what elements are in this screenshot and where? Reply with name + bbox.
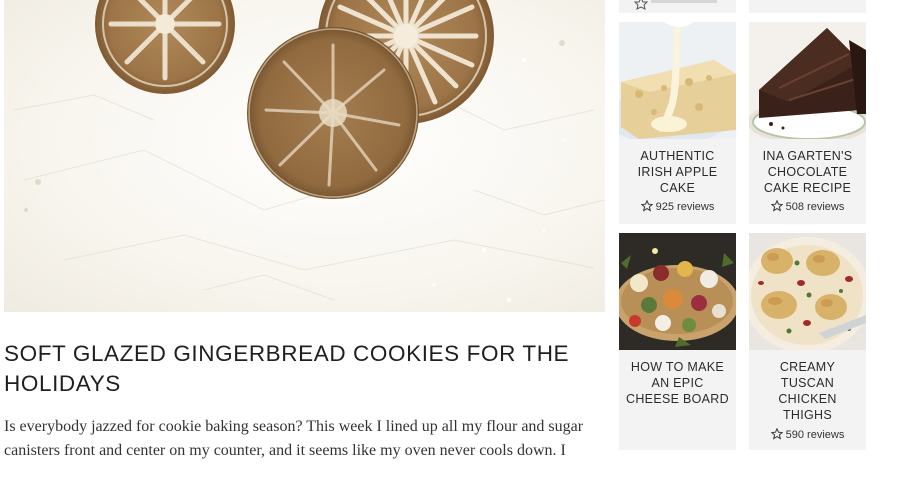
recipe-card-title[interactable]: Authentic Irish Apple Cake [623,148,732,196]
rating-remnant [633,0,717,10]
post-title[interactable]: Soft Glazed Gingerbread Cookies for the … [4,339,604,399]
recipe-card-partial[interactable] [749,0,866,13]
star-outline-icon [640,200,653,212]
recipe-thumbnail[interactable] [619,22,736,139]
recipe-card-rating: 590 reviews [749,428,866,442]
recipe-card-rating: 925 reviews [619,200,736,214]
recipe-card-cheese-board[interactable]: How to Make an Epic Cheese Board [619,233,736,450]
recipe-card-irish-apple-cake[interactable]: Authentic Irish Apple Cake 925 reviews [619,22,736,224]
recipe-card-tuscan-chicken[interactable]: Creamy Tuscan Chicken Thighs 590 reviews [749,233,866,450]
review-count: 590 reviews [785,429,845,441]
recipe-card-title[interactable]: Ina Garten's Chocolate Cake Recipe [753,148,862,196]
star-outline-icon [770,428,783,440]
recipe-card-chocolate-cake[interactable]: Ina Garten's Chocolate Cake Recipe 508 r… [749,22,866,224]
recipe-card-rating: 508 reviews [749,200,866,214]
recipe-card-title[interactable]: Creamy Tuscan Chicken Thighs [753,359,862,423]
post-excerpt: Is everybody jazzed for cookie baking se… [4,418,584,459]
review-count: 508 reviews [785,201,845,213]
recipe-sidebar: Authentic Irish Apple Cake 925 reviews [619,0,867,484]
page: Soft Glazed Gingerbread Cookies for the … [0,0,912,484]
hero-image[interactable] [4,0,605,312]
recipe-card-partial[interactable] [619,0,736,13]
recipe-thumbnail[interactable] [749,22,866,139]
review-count: 925 reviews [655,201,715,213]
recipe-thumbnail[interactable] [749,233,866,350]
star-outline-icon [770,200,783,212]
recipe-thumbnail[interactable] [619,233,736,350]
recipe-card-title[interactable]: How to Make an Epic Cheese Board [623,359,732,407]
